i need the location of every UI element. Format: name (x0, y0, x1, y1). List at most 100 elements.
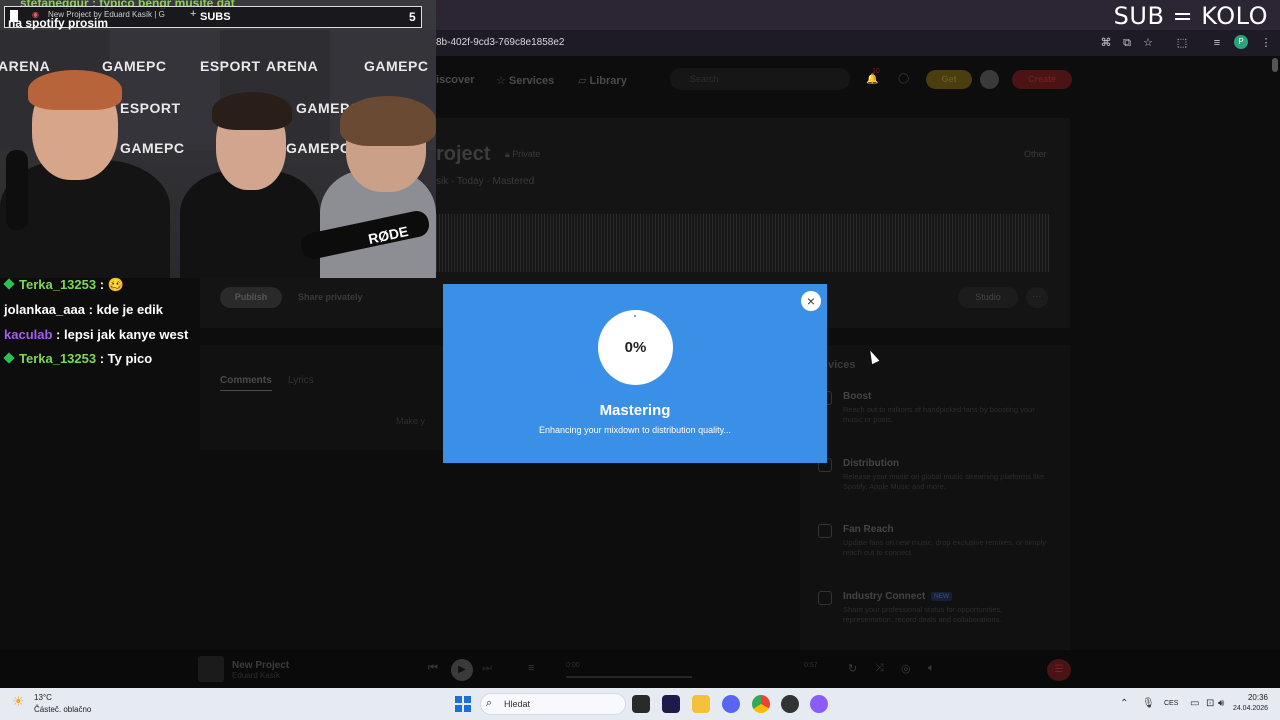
weather-desc[interactable]: Částeč. oblačno (34, 705, 91, 714)
extensions-icon[interactable]: ⬚ (1175, 36, 1189, 50)
weather-temp[interactable]: 13°C (34, 693, 52, 702)
search-placeholder: Search (690, 74, 719, 84)
service-boost-title[interactable]: Boost (843, 391, 871, 402)
next-icon[interactable]: ⏭ (482, 662, 492, 675)
profile-avatar[interactable]: P (1234, 35, 1248, 49)
progress-slider[interactable] (566, 676, 692, 678)
get-button[interactable]: Get (926, 70, 972, 89)
banner-arena-1: ARENA (0, 58, 51, 74)
app-icon[interactable] (810, 695, 828, 713)
premiere-icon[interactable] (662, 695, 680, 713)
player-track-title[interactable]: New Project (232, 660, 289, 671)
studio-button[interactable]: Studio (958, 287, 1018, 308)
nav-services[interactable]: ☆ Services (496, 74, 554, 87)
subs-label: SUBS (200, 11, 231, 23)
person-left-hair (28, 70, 122, 110)
discord-icon[interactable] (722, 695, 740, 713)
tab-lyrics[interactable]: Lyrics (288, 375, 314, 386)
close-icon[interactable]: × (801, 291, 821, 311)
banner-esport-2: ESPORT (120, 100, 181, 116)
other-link[interactable]: Other (1024, 149, 1047, 159)
modal-title: Mastering (599, 402, 671, 419)
new-badge: NEW (931, 592, 953, 601)
publish-button[interactable]: Publish (220, 287, 282, 308)
install-icon[interactable]: ⧉ (1120, 36, 1134, 50)
equalizer-icon[interactable]: ◎ (901, 662, 911, 675)
banner-esport-1: ESPORT (200, 58, 261, 74)
chat-line-top-cont: na spotify prosim (8, 16, 109, 30)
queue-button[interactable]: ☰ (1047, 659, 1071, 681)
industry-connect-icon (818, 591, 832, 605)
more-options-icon[interactable]: ··· (1026, 287, 1048, 308)
nav-library[interactable]: ▱ Library (578, 74, 627, 87)
share-privately-button[interactable]: Share privately (298, 292, 363, 302)
nav-services-label: Services (508, 75, 555, 87)
banner-gamepc-5: GAMEPC (286, 140, 351, 156)
weather-icon[interactable]: ☀ (12, 693, 28, 709)
privacy-label: Private (512, 149, 541, 159)
services-title: vices (828, 359, 856, 371)
privacy-tag[interactable]: 🔒︎ Private (505, 149, 540, 160)
chat-username: Terka_13253 (19, 351, 97, 366)
chat-text: : lepsi jak kanye west (56, 327, 189, 342)
microphone-icon[interactable]: 🎙︎ (1142, 698, 1155, 709)
chat-message: Terka_13253 : 🥴 (3, 277, 124, 293)
network-icon[interactable]: ⊡ (1206, 698, 1214, 709)
chat-username: Terka_13253 (19, 277, 97, 292)
taskbar-search-placeholder: Hledat (504, 699, 531, 709)
person-mid-hair (212, 92, 292, 130)
queue-list-icon[interactable]: ≡ (528, 662, 534, 674)
track-thumbnail[interactable] (198, 656, 224, 682)
clock-date[interactable]: 24.04.2026 (1222, 705, 1268, 712)
webcam-overlay: ARENA GAMEPC ESPORT ARENA GAMEPC ESPORT … (0, 0, 436, 278)
tray-chevron-icon[interactable]: ⌃ (1120, 698, 1128, 709)
service-distribution-desc: Release your music on global music strea… (843, 472, 1045, 491)
library-icon: ▱ (578, 75, 590, 87)
display-icon[interactable]: ▭ (1190, 698, 1199, 709)
clock-time[interactable]: 20:36 (1236, 693, 1268, 702)
waveform[interactable] (436, 214, 1050, 272)
obs-icon[interactable] (781, 695, 799, 713)
volume-icon[interactable]: 🔈︎ (928, 662, 935, 675)
shuffle-icon[interactable]: ⤨ (875, 662, 884, 675)
nav-discover[interactable]: iscover (436, 74, 475, 86)
project-title: roject (436, 143, 491, 165)
banner-gamepc-1: GAMEPC (102, 58, 167, 74)
taskbar-search[interactable] (480, 693, 626, 715)
service-distribution-title[interactable]: Distribution (843, 458, 899, 469)
comments-hint: Make y (396, 416, 426, 426)
chat-text: : Ty pico (99, 351, 153, 366)
sub-badge-icon (3, 352, 15, 364)
translate-icon[interactable]: ⌘ (1099, 36, 1113, 50)
start-button[interactable] (455, 696, 471, 712)
new-tab-icon: + (190, 8, 197, 20)
chat-text: : 🥴 (99, 277, 124, 292)
menu-kebab-icon[interactable]: ⋮ (1259, 36, 1273, 50)
media-queue-icon[interactable]: ≡ (1210, 36, 1224, 50)
file-explorer-icon[interactable] (692, 695, 710, 713)
tab-active-underline (220, 390, 272, 391)
service-fan-reach-title[interactable]: Fan Reach (843, 524, 894, 535)
tab-comments[interactable]: Comments (220, 375, 272, 386)
chat-message: kaculab : lepsi jak kanye west (4, 327, 188, 342)
bell-icon[interactable]: 🔔 (866, 74, 878, 85)
service-industry-title[interactable]: Industry Connect (843, 591, 925, 602)
banner-gamepc-2: GAMEPC (364, 58, 429, 74)
user-avatar[interactable] (980, 70, 999, 89)
create-button[interactable]: Create (1012, 70, 1072, 89)
sub-badge-icon (3, 278, 15, 290)
input-language[interactable]: CES (1164, 700, 1178, 707)
task-view-icon[interactable] (632, 695, 650, 713)
previous-icon[interactable]: ⏮ (428, 662, 438, 675)
page-scrollbar[interactable] (1272, 58, 1278, 72)
chat-icon[interactable]: ◯ (898, 73, 909, 84)
service-fan-reach-desc: Update fans on new music, drop exclusive… (843, 538, 1046, 557)
player-artist[interactable]: Eduard Kasík (232, 671, 280, 680)
star-icon: ☆ (496, 75, 509, 87)
chat-username: kaculab (4, 327, 53, 342)
url-text[interactable]: 8b-402f-9cd3-769c8e1858e2 (436, 37, 564, 48)
play-button[interactable]: ▶ (451, 659, 473, 681)
bookmark-star-icon[interactable]: ☆ (1141, 36, 1155, 50)
chrome-icon[interactable] (752, 695, 770, 713)
repeat-icon[interactable]: ↻ (848, 662, 857, 675)
